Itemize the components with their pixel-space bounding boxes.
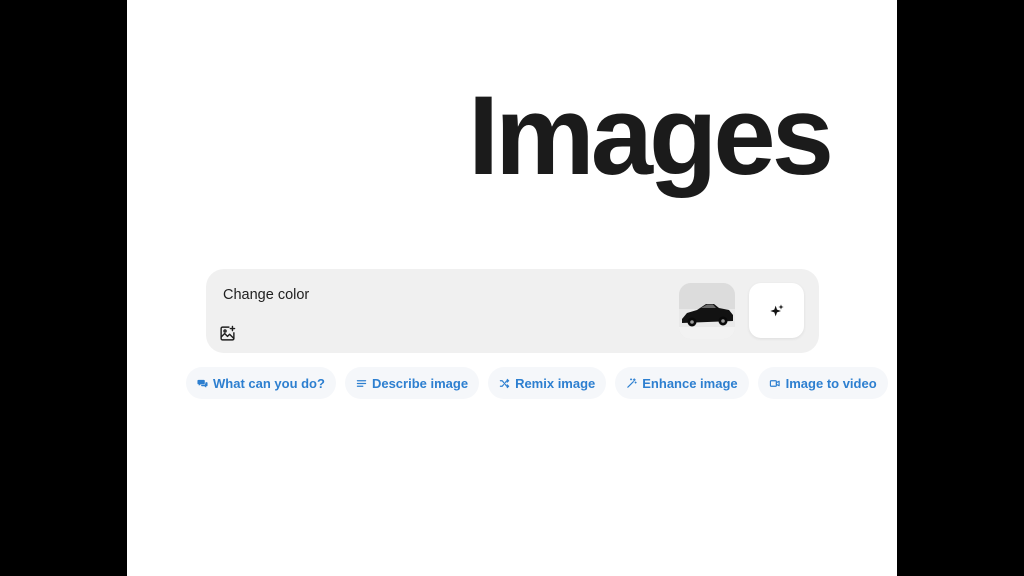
add-image-button[interactable] xyxy=(217,323,237,343)
lines-icon xyxy=(356,379,367,387)
chip-what-can-you-do[interactable]: What can you do? xyxy=(186,367,336,399)
chip-image-to-video[interactable]: Image to video xyxy=(757,367,888,399)
chat-bubbles-icon xyxy=(197,379,208,388)
app-screen: Images Change color What can you do? Des… xyxy=(127,0,897,576)
chip-enhance-image[interactable]: Enhance image xyxy=(615,367,749,399)
suggestion-chips: What can you do? Describe image Remix im… xyxy=(186,367,888,399)
image-plus-icon xyxy=(219,325,235,341)
chip-label: Enhance image xyxy=(642,375,738,391)
sparkles-icon xyxy=(769,303,784,316)
shuffle-icon xyxy=(499,378,510,388)
chip-describe-image[interactable]: Describe image xyxy=(344,367,480,399)
magic-wand-icon xyxy=(627,377,637,388)
chip-label: Image to video xyxy=(785,375,877,391)
chip-remix-image[interactable]: Remix image xyxy=(488,367,607,399)
attached-image-thumbnail[interactable] xyxy=(679,283,735,339)
chip-label: What can you do? xyxy=(213,375,325,391)
video-camera-icon xyxy=(769,379,780,387)
generate-button[interactable] xyxy=(749,283,804,338)
prompt-composer xyxy=(206,269,819,353)
car-thumbnail xyxy=(679,283,735,339)
chip-label: Describe image xyxy=(371,375,469,391)
prompt-input[interactable] xyxy=(223,285,643,305)
chip-label: Remix image xyxy=(515,375,596,391)
page-title: Images xyxy=(468,73,834,198)
